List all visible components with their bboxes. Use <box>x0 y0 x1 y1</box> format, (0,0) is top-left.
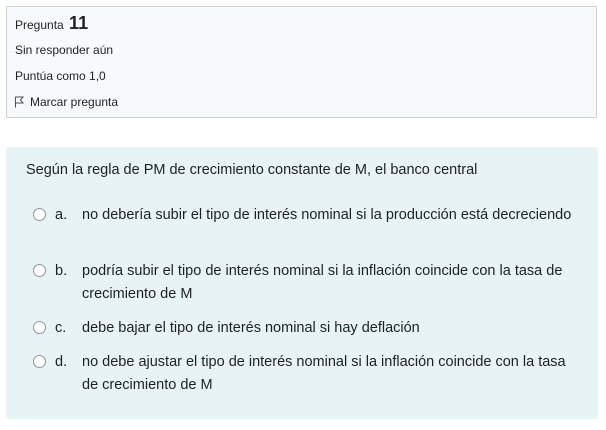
answer-radio-d[interactable] <box>33 355 46 368</box>
answer-option-c[interactable]: c. debe bajar el tipo de interés nominal… <box>33 317 578 340</box>
answer-letter-a: a. <box>55 207 68 223</box>
flag-icon <box>15 96 25 108</box>
question-state: Sin responder aún <box>15 43 114 57</box>
answer-radio-b[interactable] <box>33 264 46 277</box>
question-title: Pregunta 11 <box>15 13 88 34</box>
answer-option-b[interactable]: b. podría subir el tipo de interés nomin… <box>33 260 578 306</box>
answer-text-c: debe bajar el tipo de interés nominal si… <box>82 320 420 336</box>
answer-text-d: no debe ajustar el tipo de interés nomin… <box>82 354 566 393</box>
answer-letter-d: d. <box>55 354 68 370</box>
question-text: Según la regla de PM de crecimiento cons… <box>26 162 478 178</box>
answer-radio-a[interactable] <box>33 208 46 221</box>
answer-option-d[interactable]: d. no debe ajustar el tipo de interés no… <box>33 351 578 397</box>
answer-text-a: no debería subir el tipo de interés nomi… <box>82 207 572 223</box>
question-grade: Puntúa como 1,0 <box>15 69 106 83</box>
question-info-panel: Pregunta 11 Sin responder aún Puntúa com… <box>6 6 597 118</box>
answer-letter-c: c. <box>55 320 67 336</box>
flag-question-link[interactable]: Marcar pregunta <box>14 95 118 109</box>
question-title-prefix: Pregunta <box>15 18 64 32</box>
answer-text-b: podría subir el tipo de interés nominal … <box>82 263 563 302</box>
answer-option-a[interactable]: a. no debería subir el tipo de interés n… <box>33 204 578 250</box>
flag-question-label: Marcar pregunta <box>30 95 119 109</box>
question-content: Según la regla de PM de crecimiento cons… <box>6 147 598 419</box>
answer-letter-b: b. <box>55 263 68 279</box>
answer-radio-c[interactable] <box>33 321 46 334</box>
question-number: 11 <box>69 13 89 33</box>
